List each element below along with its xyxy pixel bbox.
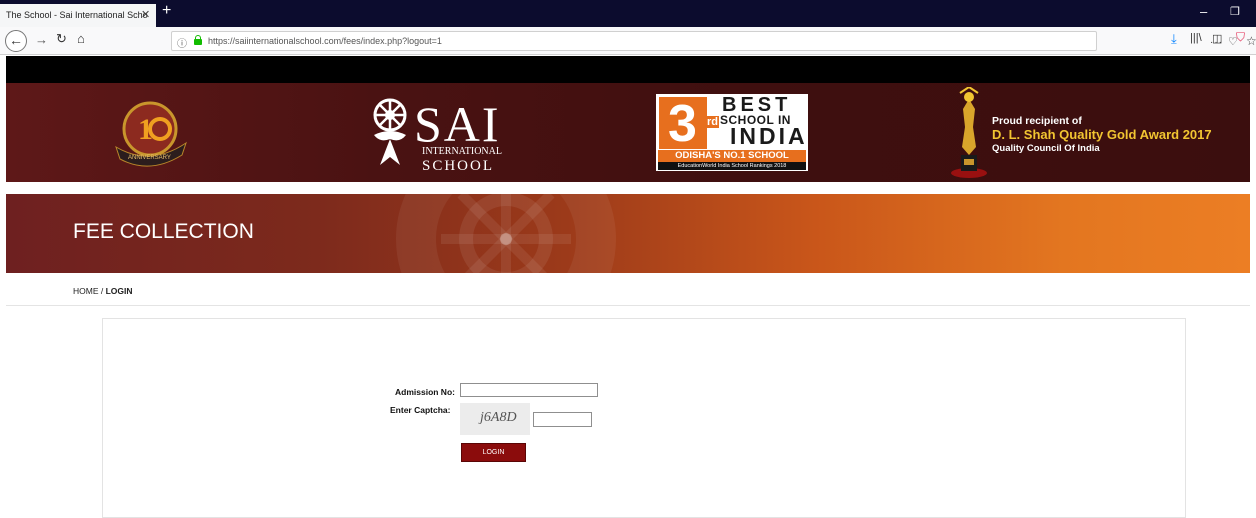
login-panel: Admission No: Enter Captcha: j6A8D LOGIN [102,318,1186,518]
home-button[interactable]: ⌂ [77,31,85,46]
site-header: 1 ANNIVERSARY SAI INTERNATIONAL SCHOOL 3… [6,83,1250,182]
award-proud-text: Proud recipient of [992,115,1082,127]
minimize-icon[interactable]: – [1200,4,1207,19]
sai-logo-text: SAI [414,96,501,152]
forward-button[interactable]: → [35,32,48,47]
browser-tab[interactable]: The School - Sai International Scho ✕ [0,4,156,27]
sai-logo-school: SCHOOL [422,158,495,174]
captcha-label: Enter Captcha: [390,405,451,415]
bookmark-star-icon[interactable]: ☆ [1246,34,1256,48]
tab-title: The School - Sai International Scho [6,10,148,20]
lock-icon[interactable] [194,35,202,45]
divider [6,305,1250,306]
sai-school-logo[interactable]: SAI INTERNATIONAL SCHOOL [370,93,520,174]
restore-icon[interactable]: ❐ [1230,5,1240,18]
badge-odisha-text: ODISHA'S NO.1 SCHOOL [658,150,806,162]
url-bar[interactable]: ⓘ https://saiinternationalschool.com/fee… [171,31,1256,51]
badge-number: 3 [668,95,697,153]
url-text[interactable]: https://saiinternationalschool.com/fees/… [208,36,442,46]
captcha-input[interactable] [533,412,592,427]
award-name-text: D. L. Shah Quality Gold Award 2017 [992,127,1212,142]
badge-best-text: BEST [722,94,792,116]
download-icon[interactable]: ⤓ [1171,31,1177,47]
banner-wheel-watermark [396,194,616,273]
top-black-bar [6,56,1250,83]
login-button[interactable]: LOGIN [461,443,526,462]
breadcrumb-current: LOGIN [105,286,133,296]
breadcrumb-home[interactable]: HOME [73,286,99,296]
captcha-image: j6A8D [460,403,530,435]
sai-emblem-icon [373,98,407,165]
badge-ranking-text: EducationWorld India School Rankings 201… [658,162,806,170]
captcha-text: j6A8D [480,410,517,425]
browser-toolbar: ← → ↻ ⌂ ⓘ https://saiinternationalschool… [0,27,1256,55]
browser-tab-bar: The School - Sai International Scho ✕ + … [0,0,1256,27]
back-button[interactable]: ← [5,30,27,52]
badge-india-text: INDIA [730,123,808,149]
tab-close-icon[interactable]: ✕ [141,8,150,21]
badge-ordinal: rd [706,116,719,128]
sai-logo-international: INTERNATIONAL [422,146,502,157]
sidebar-icon[interactable]: ◫ [1212,32,1222,45]
new-tab-button[interactable]: + [162,2,171,20]
anniversary-text: ANNIVERSARY [128,155,171,161]
trophy-icon [951,87,987,178]
info-icon[interactable]: ⓘ [177,35,187,50]
page-banner: FEE COLLECTION [6,194,1250,273]
page-title: FEE COLLECTION [73,220,254,243]
reload-button[interactable]: ↻ [56,31,67,47]
best-school-badge: 3 rd BEST SCHOOL IN INDIA ODISHA'S NO.1 … [656,94,808,171]
breadcrumb-separator: / [98,286,106,296]
award-block: Proud recipient of D. L. Shah Quality Go… [946,87,1246,181]
header-gap [6,182,1250,194]
shield-icon[interactable]: ⛉ [1236,30,1245,45]
badge-number-box: 3 [659,95,707,153]
award-qci-text: Quality Council Of India [992,143,1100,154]
admission-no-label: Admission No: [395,387,455,397]
admission-no-input[interactable] [460,383,598,397]
breadcrumb: HOME / LOGIN [73,286,133,296]
anniversary-logo: 1 ANNIVERSARY [110,93,190,169]
library-icon[interactable]: |||\ [1190,32,1202,44]
